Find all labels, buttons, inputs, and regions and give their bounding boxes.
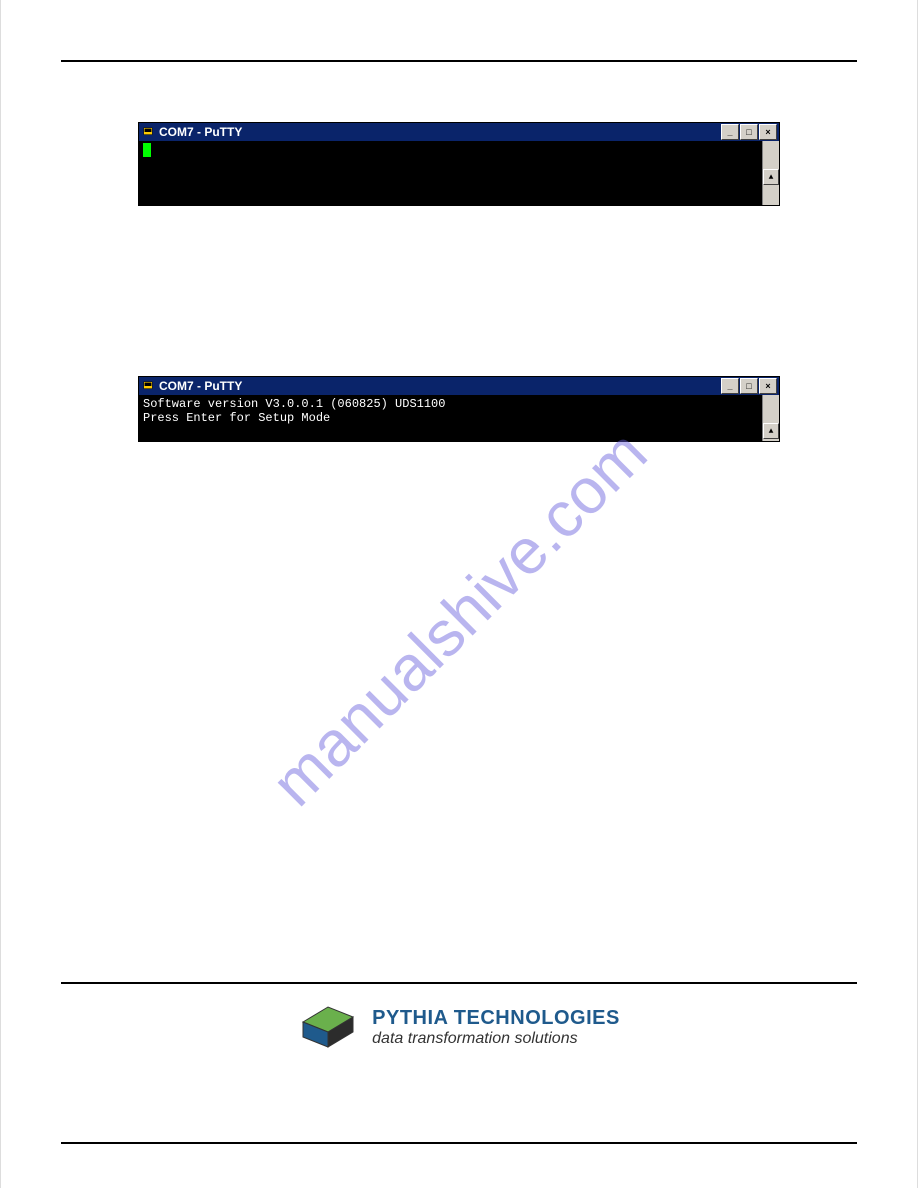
maximize-button[interactable]: □ xyxy=(740,124,758,140)
window-title-1: COM7 - PuTTY xyxy=(159,125,721,139)
window-controls-2: _ □ × xyxy=(721,378,777,394)
scrollbar-1[interactable]: ▲ xyxy=(762,141,779,205)
window-title-2: COM7 - PuTTY xyxy=(159,379,721,393)
pythia-logo-icon xyxy=(298,1002,358,1052)
close-button[interactable]: × xyxy=(759,378,777,394)
footer-company: PYTHIA TECHNOLOGIES xyxy=(372,1007,620,1030)
minimize-button[interactable]: _ xyxy=(721,378,739,394)
footer-tagline: data transformation solutions xyxy=(372,1030,620,1048)
document-page: COM7 - PuTTY _ □ × ▲ COM7 - PuTTY xyxy=(0,0,918,1188)
minimize-button[interactable]: _ xyxy=(721,124,739,140)
footer-text: PYTHIA TECHNOLOGIES data transformation … xyxy=(372,1007,620,1048)
putty-window-1: COM7 - PuTTY _ □ × ▲ xyxy=(138,122,780,206)
putty-icon xyxy=(141,125,155,139)
cursor-icon xyxy=(143,143,151,157)
titlebar-2: COM7 - PuTTY _ □ × xyxy=(139,377,779,395)
scrollbar-2[interactable]: ▲ xyxy=(762,395,779,441)
putty-window-2: COM7 - PuTTY _ □ × Software version V3.0… xyxy=(138,376,780,442)
scroll-up-icon[interactable]: ▲ xyxy=(763,169,779,185)
maximize-button[interactable]: □ xyxy=(740,378,758,394)
titlebar-1: COM7 - PuTTY _ □ × xyxy=(139,123,779,141)
window-controls-1: _ □ × xyxy=(721,124,777,140)
terminal-2[interactable]: Software version V3.0.0.1 (060825) UDS11… xyxy=(139,395,779,441)
terminal-2-text: Software version V3.0.0.1 (060825) UDS11… xyxy=(143,397,445,425)
footer-divider-top xyxy=(61,982,857,984)
footer-divider-bottom xyxy=(61,1142,857,1144)
scroll-up-icon[interactable]: ▲ xyxy=(763,423,779,439)
top-divider xyxy=(61,60,857,62)
close-button[interactable]: × xyxy=(759,124,777,140)
terminal-1[interactable]: ▲ xyxy=(139,141,779,205)
watermark-text: manualshive.com xyxy=(257,416,661,820)
footer-logo-block: PYTHIA TECHNOLOGIES data transformation … xyxy=(61,1002,857,1052)
putty-icon xyxy=(141,379,155,393)
